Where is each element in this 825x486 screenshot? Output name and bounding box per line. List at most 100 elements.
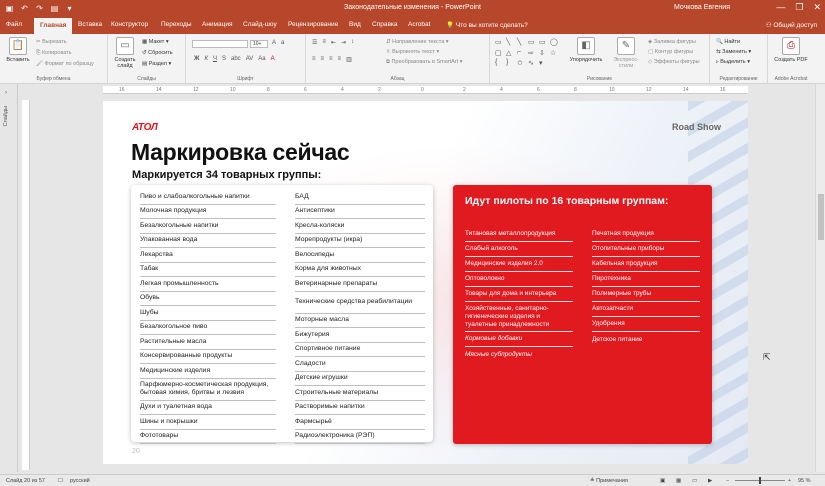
arrange-button[interactable]: ◧ Упорядочить <box>568 37 604 63</box>
restore-button[interactable]: ❐ <box>795 2 803 13</box>
align-center-icon[interactable]: ≡ <box>321 56 325 63</box>
brace-icon[interactable]: { <box>495 59 504 68</box>
tab-design[interactable]: Конструктор <box>111 21 148 28</box>
zoom-in-icon[interactable]: + <box>788 478 791 484</box>
convert-smartart-button[interactable]: ⧉ Преобразовать в SmartArt ▾ <box>386 59 462 66</box>
replace-button[interactable]: ⇆ Заменить ▾ <box>716 49 751 55</box>
text-box-icon[interactable]: ▭ <box>495 38 504 47</box>
zoom-out-icon[interactable]: − <box>726 478 729 484</box>
star-icon-2[interactable]: ✩ <box>517 59 526 68</box>
case-icon[interactable]: Aa <box>258 56 265 62</box>
columns-icon[interactable]: ▥ <box>346 56 352 63</box>
list-item: Шины и покрышки <box>140 415 276 430</box>
shadow-icon[interactable]: S <box>222 56 226 62</box>
expand-panel-icon[interactable]: › <box>5 90 7 96</box>
close-button[interactable]: ✕ <box>813 2 821 13</box>
font-name-combo[interactable] <box>192 40 248 48</box>
zoom-slider[interactable] <box>735 477 785 484</box>
spacing-icon[interactable]: AV <box>246 56 254 62</box>
line-icon-2[interactable]: ╲ <box>517 38 526 47</box>
strikethrough-icon[interactable]: abc <box>231 56 241 62</box>
list-item: Удобрения <box>592 317 700 332</box>
brace-close-icon[interactable]: } <box>506 59 515 68</box>
tab-file[interactable]: Файл <box>6 21 22 28</box>
italic-icon[interactable]: К <box>204 56 208 62</box>
rectangle-icon[interactable]: ▭ <box>528 38 537 47</box>
tab-home[interactable]: Главная <box>34 18 73 34</box>
slides-panel-label[interactable]: Слайды <box>3 106 9 126</box>
tab-acrobat[interactable]: Acrobat <box>408 21 430 28</box>
grow-font-icon[interactable]: A <box>272 40 276 46</box>
slide-title[interactable]: Маркировка сейчас <box>131 139 350 166</box>
bold-icon[interactable]: Ж <box>194 56 199 62</box>
numbering-icon[interactable]: ≡ <box>322 39 326 46</box>
star-icon[interactable]: ☆ <box>550 49 559 58</box>
l-shape-icon[interactable]: ⌐ <box>517 49 526 58</box>
layout-button[interactable]: ▦ Макет ▾ <box>142 39 169 45</box>
tab-review[interactable]: Рецензирование <box>288 21 338 28</box>
select-button[interactable]: ▹ Выделить ▾ <box>716 59 750 65</box>
align-text-button[interactable]: ⇳ Выровнять текст ▾ <box>386 49 439 55</box>
tell-me-box[interactable]: 💡 Что вы хотите сделать? <box>446 21 528 29</box>
shape-effects-button[interactable]: ◇ Эффекты фигуры <box>648 59 700 65</box>
tab-insert[interactable]: Вставка <box>78 21 102 28</box>
align-right-icon[interactable]: ≡ <box>329 56 333 63</box>
font-color-icon[interactable]: A <box>271 56 275 62</box>
create-pdf-button[interactable]: ⎙ Создать PDF <box>774 37 808 63</box>
oval-icon[interactable]: ◯ <box>550 38 559 47</box>
language-indicator[interactable]: русский <box>70 478 90 484</box>
pilot-groups-card[interactable]: Идут пилоты по 16 товарным группам: Тита… <box>453 185 712 444</box>
tab-view[interactable]: Вид <box>349 21 361 28</box>
vertical-scrollbar[interactable] <box>815 84 825 472</box>
cut-button[interactable]: ✂ Вырезать <box>36 39 67 45</box>
copy-button[interactable]: ⎘ Копировать <box>36 50 72 57</box>
indent-less-icon[interactable]: ⇤ <box>331 39 336 46</box>
tab-transitions[interactable]: Переходы <box>161 21 192 28</box>
arrow-right-icon[interactable]: ⇨ <box>528 49 537 58</box>
tab-animation[interactable]: Анимация <box>202 21 233 28</box>
align-left-icon[interactable]: ≡ <box>312 56 316 63</box>
share-button[interactable]: ⚇ Общий доступ <box>766 21 817 29</box>
zoom-slider-knob[interactable] <box>759 477 761 484</box>
slide-canvas[interactable]: АТОЛ Road Show Маркировка сейчас Маркиру… <box>103 101 748 464</box>
tab-help[interactable]: Справка <box>372 21 398 28</box>
format-painter-button[interactable]: 🖌 Формат по образцу <box>36 61 94 67</box>
view-normal-icon[interactable]: ▣ <box>660 478 665 484</box>
minimize-button[interactable]: — <box>776 2 785 13</box>
reset-button[interactable]: ↺ Сбросить <box>142 50 173 56</box>
tab-slideshow[interactable]: Слайд-шоу <box>243 21 277 28</box>
spellcheck-icon[interactable]: ☐ <box>58 478 63 484</box>
slide-subtitle[interactable]: Маркируется 34 товарных группы: <box>132 169 321 181</box>
arrow-down-icon[interactable]: ⇩ <box>539 49 548 58</box>
new-slide-button[interactable]: ▭ Создать слайд <box>112 37 138 69</box>
rounded-rect-icon[interactable]: ▢ <box>495 49 504 58</box>
user-name[interactable]: Мочкова Евгения <box>674 4 730 11</box>
underline-icon[interactable]: Ч <box>213 56 217 62</box>
find-button[interactable]: 🔍 Найти <box>716 39 740 45</box>
scrollbar-thumb[interactable] <box>818 194 824 240</box>
bullets-icon[interactable]: ☰ <box>312 39 317 46</box>
curve-icon[interactable]: ∿ <box>528 59 537 68</box>
shrink-font-icon[interactable]: a <box>281 40 284 46</box>
view-sorter-icon[interactable]: ▦ <box>676 478 681 484</box>
line-spacing-icon[interactable]: ↕ <box>351 39 354 46</box>
shapes-gallery[interactable]: ▭ ╲ ╲ ▭ ▭ ◯ ▢ △ ⌐ ⇨ ⇩ ☆ { } ✩ ∿ ▾ <box>495 38 561 68</box>
notes-button[interactable]: ≜ Примечания <box>590 478 628 484</box>
quick-styles-button[interactable]: ✎ Экспресс-стили <box>608 37 644 69</box>
text-direction-button[interactable]: ⇵ Направление текста ▾ <box>386 39 449 45</box>
shape-fill-button[interactable]: ◈ Заливка фигуры <box>648 39 696 45</box>
line-icon[interactable]: ╲ <box>506 38 515 47</box>
justify-icon[interactable]: ≡ <box>338 56 342 63</box>
more-shapes-icon[interactable]: ▾ <box>539 59 548 68</box>
rectangle-icon-2[interactable]: ▭ <box>539 38 548 47</box>
view-slideshow-icon[interactable]: ▶ <box>708 478 712 484</box>
view-reading-icon[interactable]: ▭ <box>692 478 697 484</box>
zoom-level[interactable]: 95 % <box>798 478 811 484</box>
section-button[interactable]: ▤ Раздел ▾ <box>142 61 171 67</box>
indent-more-icon[interactable]: ⇥ <box>341 39 346 46</box>
font-size-combo[interactable]: 10+ <box>250 40 268 48</box>
marked-groups-card[interactable]: Пиво и слабоалкогольные напитки Молочная … <box>131 185 433 444</box>
paste-button[interactable]: 📋 Вставить <box>4 37 32 63</box>
shape-outline-button[interactable]: ▢ Контур фигуры <box>648 49 693 55</box>
triangle-icon[interactable]: △ <box>506 49 515 58</box>
